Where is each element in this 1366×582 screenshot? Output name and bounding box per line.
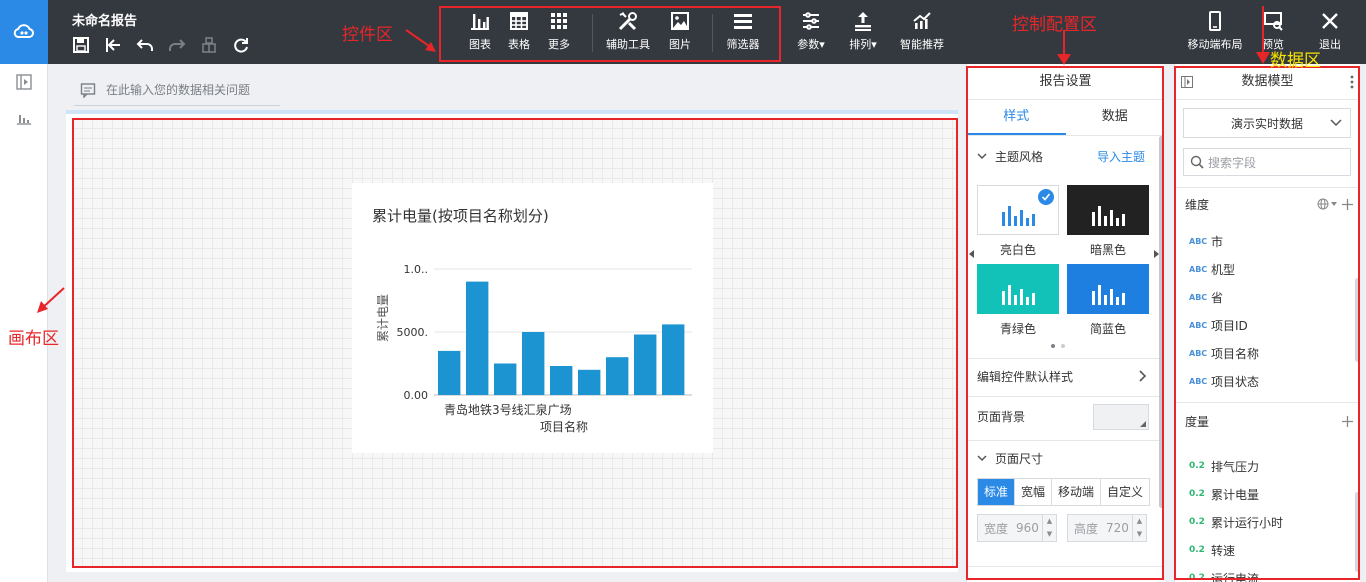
arrow-to-config-area <box>1057 30 1071 65</box>
undo-icon[interactable] <box>134 34 156 56</box>
close-icon <box>1322 13 1338 29</box>
logo[interactable] <box>0 0 48 64</box>
config-area-box <box>966 66 1164 580</box>
format-brush-icon[interactable] <box>198 34 220 56</box>
redo-icon[interactable] <box>166 34 188 56</box>
config-area-label: 控制配置区 <box>1012 15 1097 35</box>
widget-area-label: 控件区 <box>342 25 393 45</box>
question-input[interactable]: 在此输入您的数据相关问题 <box>74 74 280 106</box>
canvas-area-label: 画布区 <box>8 329 59 349</box>
arrow-to-widget-area <box>405 29 436 52</box>
mobile-layout-button[interactable]: 移动端布局 <box>1183 10 1247 52</box>
comment-icon <box>80 82 96 98</box>
smart-recommend-button[interactable]: 智能推荐 <box>894 10 950 52</box>
widget-area-box <box>439 6 781 62</box>
chart-list-icon[interactable] <box>16 110 32 126</box>
expand-panel-icon[interactable] <box>16 74 32 90</box>
canvas-area-box <box>72 118 958 568</box>
quick-tools <box>70 34 252 56</box>
left-rail <box>0 64 48 582</box>
report-title[interactable]: 未命名报告 <box>72 10 137 29</box>
data-area-box <box>1174 66 1360 580</box>
arrange-button[interactable]: 排列▾ <box>835 10 891 52</box>
back-to-start-icon[interactable] <box>102 34 124 56</box>
params-button[interactable]: 参数▾ <box>783 10 839 52</box>
arrow-to-canvas-area <box>37 287 65 313</box>
data-area-label: 数据区 <box>1270 51 1321 71</box>
refresh-icon[interactable] <box>230 34 252 56</box>
save-icon[interactable] <box>70 34 92 56</box>
params-icon <box>803 12 819 30</box>
arrow-to-data-area <box>1256 6 1270 64</box>
question-placeholder: 在此输入您的数据相关问题 <box>106 83 251 97</box>
arrange-icon <box>855 12 871 31</box>
cloud-logo-icon <box>13 24 34 39</box>
smart-recommend-icon <box>913 12 931 29</box>
mobile-icon <box>1209 11 1221 31</box>
